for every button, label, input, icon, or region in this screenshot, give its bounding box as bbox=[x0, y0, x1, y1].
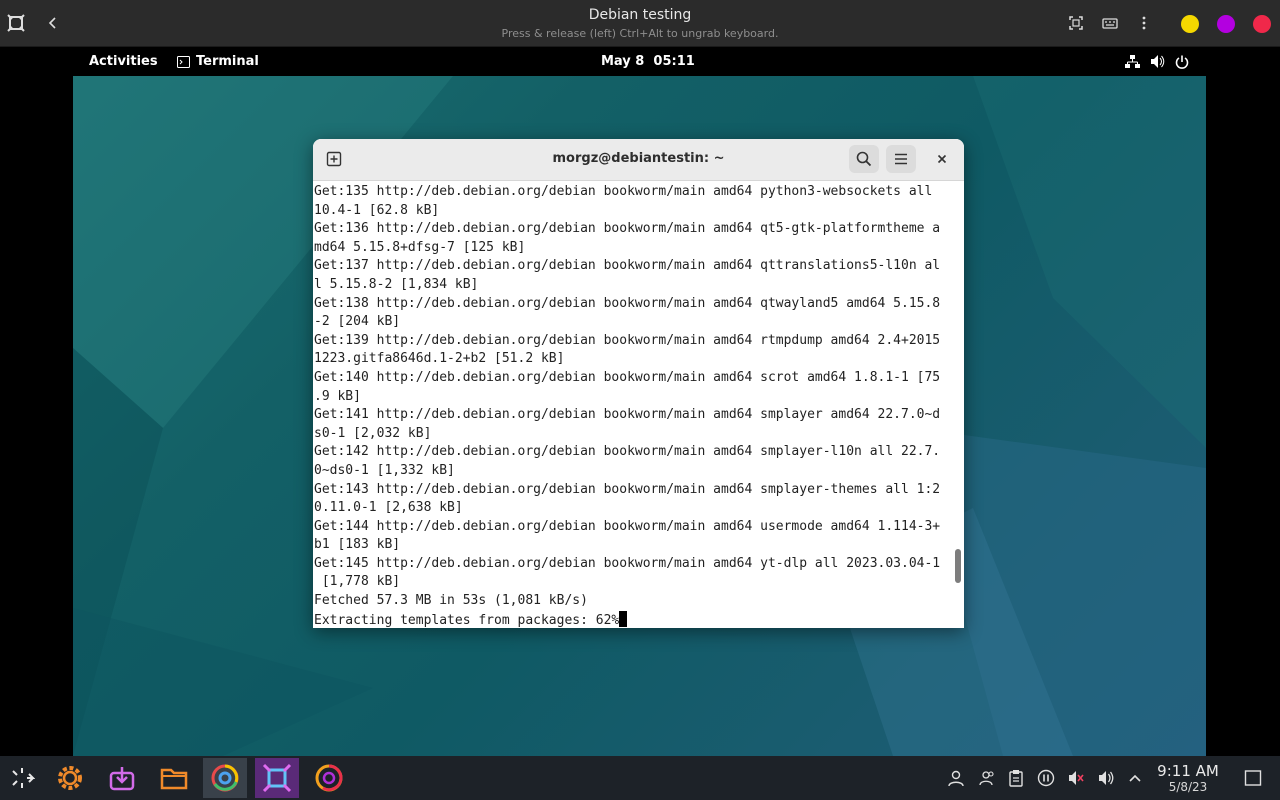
minimize-dot[interactable] bbox=[1181, 15, 1199, 33]
vm-display[interactable]: Activities Terminal May 8 05:11 morgz@de… bbox=[73, 48, 1206, 756]
users-icon[interactable] bbox=[977, 768, 997, 788]
app-menu-label: Terminal bbox=[196, 54, 259, 69]
files-icon[interactable] bbox=[152, 758, 196, 798]
kebab-menu-icon[interactable] bbox=[1131, 10, 1157, 36]
terminal-cursor bbox=[619, 610, 628, 627]
terminal-line: Get:143 http://deb.debian.org/debian boo… bbox=[314, 481, 941, 497]
terminal-line: Extracting templates from packages: 62% bbox=[314, 610, 953, 628]
terminal-line: Get:145 http://deb.debian.org/debian boo… bbox=[314, 555, 941, 571]
launcher-icon[interactable] bbox=[0, 758, 44, 798]
terminal-line: 1223.gitfa8646d.1-2+b2 [51.2 kB] bbox=[314, 351, 565, 367]
host-taskbar: 9:11 AM 5/8/23 bbox=[0, 756, 1280, 800]
close-dot[interactable] bbox=[1253, 15, 1271, 33]
maximize-dot[interactable] bbox=[1217, 15, 1235, 33]
keyboard-icon[interactable] bbox=[1097, 10, 1123, 36]
volume-icon[interactable] bbox=[1096, 768, 1116, 788]
taskbar-clock-date: 5/8/23 bbox=[1168, 780, 1208, 794]
terminal-line: s0-1 [2,032 kB] bbox=[314, 425, 432, 441]
close-icon bbox=[937, 154, 947, 164]
terminal-line: Get:141 http://deb.debian.org/debian boo… bbox=[314, 407, 941, 423]
settings-icon[interactable] bbox=[48, 758, 92, 798]
activities-button[interactable]: Activities bbox=[89, 54, 158, 69]
terminal-line: b1 [183 kB] bbox=[314, 537, 401, 553]
terminal-line: Get:139 http://deb.debian.org/debian boo… bbox=[314, 332, 941, 348]
clock[interactable]: May 8 05:11 bbox=[601, 54, 695, 69]
fullscreen-icon[interactable] bbox=[1063, 10, 1089, 36]
show-desktop-icon[interactable] bbox=[1243, 768, 1263, 788]
terminal-line: 0.11.0-1 [2,638 kB] bbox=[314, 500, 463, 516]
terminal-line: 0~ds0-1 [1,332 kB] bbox=[314, 462, 455, 478]
user-icon[interactable] bbox=[946, 768, 966, 788]
search-button[interactable] bbox=[849, 145, 879, 173]
clock-time: 05:11 bbox=[653, 54, 695, 69]
terminal-line: Get:137 http://deb.debian.org/debian boo… bbox=[314, 258, 941, 274]
terminal-line: .9 kB] bbox=[314, 388, 361, 404]
clock-date: May 8 bbox=[601, 54, 645, 69]
gnome-top-bar: Activities Terminal May 8 05:11 bbox=[73, 48, 1206, 76]
pause-icon[interactable] bbox=[1036, 768, 1056, 788]
taskbar-clock-time[interactable]: 9:11 AM bbox=[1150, 762, 1226, 780]
app-menu[interactable]: Terminal bbox=[177, 54, 259, 69]
clipboard-icon[interactable] bbox=[1006, 768, 1026, 788]
terminal-line: -2 [204 kB] bbox=[314, 314, 401, 330]
terminal-line: l 5.15.8-2 [1,834 kB] bbox=[314, 276, 479, 292]
system-tray[interactable] bbox=[1125, 54, 1189, 69]
terminal-line: Get:144 http://deb.debian.org/debian boo… bbox=[314, 518, 941, 534]
terminal-line: 10.4-1 [62.8 kB] bbox=[314, 202, 440, 218]
terminal-line: Get:135 http://deb.debian.org/debian boo… bbox=[314, 184, 933, 199]
mute-icon[interactable] bbox=[1066, 768, 1086, 788]
discover-icon[interactable] bbox=[100, 758, 144, 798]
terminal-line: Get:136 http://deb.debian.org/debian boo… bbox=[314, 221, 941, 237]
chevron-up-icon[interactable] bbox=[1125, 768, 1145, 788]
terminal-line: Get:138 http://deb.debian.org/debian boo… bbox=[314, 295, 941, 311]
terminal-icon bbox=[177, 55, 190, 68]
close-button[interactable] bbox=[927, 145, 957, 173]
search-icon bbox=[856, 151, 872, 167]
host-titlebar: Debian testing Press & release (left) Ct… bbox=[0, 0, 1280, 47]
terminal-line: [1,778 kB] bbox=[314, 574, 401, 590]
power-icon bbox=[1175, 55, 1189, 69]
volume-icon bbox=[1151, 55, 1165, 68]
terminal-scrollbar[interactable] bbox=[955, 549, 961, 583]
boxes-icon[interactable] bbox=[255, 758, 299, 798]
chrome-icon[interactable] bbox=[203, 758, 247, 798]
terminal-line: md64 5.15.8+dfsg-7 [125 kB] bbox=[314, 239, 526, 255]
terminal-line: Get:142 http://deb.debian.org/debian boo… bbox=[314, 444, 941, 460]
terminal-line: Get:140 http://deb.debian.org/debian boo… bbox=[314, 369, 941, 385]
network-icon bbox=[1125, 55, 1140, 68]
menu-button[interactable] bbox=[886, 145, 916, 173]
terminal-line: Fetched 57.3 MB in 53s (1,081 kB/s) bbox=[314, 593, 588, 609]
firefox-icon[interactable] bbox=[307, 758, 351, 798]
terminal-output[interactable]: Get:135 http://deb.debian.org/debian boo… bbox=[313, 181, 953, 628]
hamburger-icon bbox=[895, 153, 907, 165]
terminal-window[interactable]: morgz@debiantestin: ~ Get:135 http://deb… bbox=[313, 139, 964, 628]
terminal-headerbar: morgz@debiantestin: ~ bbox=[313, 139, 964, 181]
